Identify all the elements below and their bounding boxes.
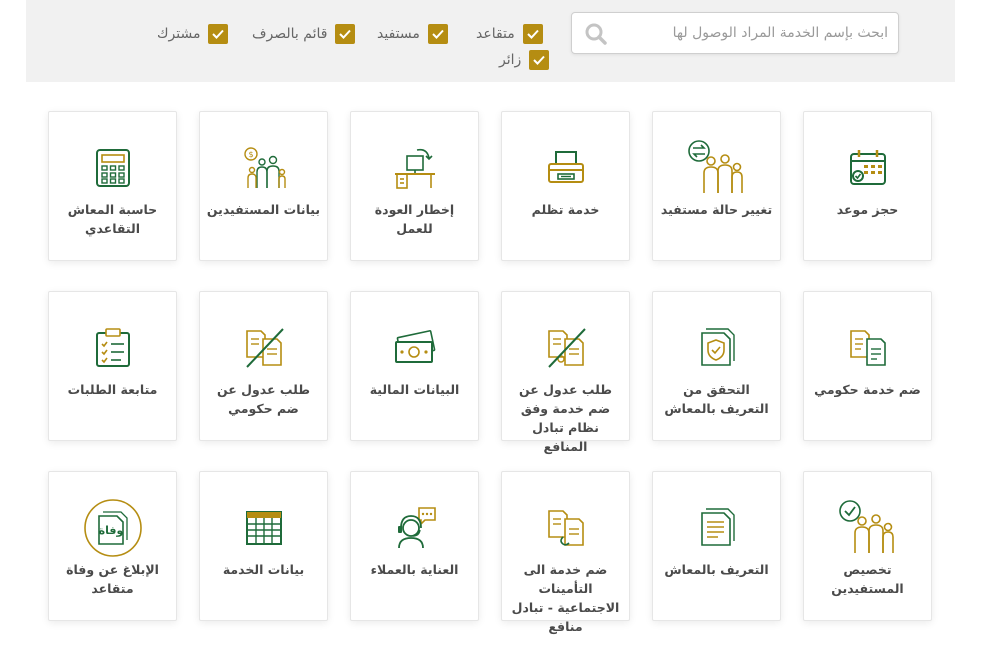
service-card-withdraw-government-merge[interactable]: طلب عدول عن ضم حكومي [199,291,328,441]
family-check-icon [838,498,898,558]
spreadsheet-icon [234,498,294,558]
family-icon: $ [234,138,294,198]
service-label: العناية بالعملاء [370,562,459,577]
filter-label: متقاعد [476,26,515,42]
office-desk-icon [385,138,445,198]
death-report-icon: وفاة [83,498,143,558]
service-card-withdraw-benefit-exchange-merge[interactable]: طلب عدول عن ضم خدمة وفق نظام تبادل المنا… [501,291,630,454]
service-card-beneficiary-allocation[interactable]: تخصيص المستفيدين [803,471,932,621]
documents-icon [838,318,898,378]
filter-retiree[interactable]: متقاعد [476,22,543,46]
service-label: متابعة الطلبات [67,382,158,397]
checkbox-checked[interactable] [522,24,543,44]
filter-label: مستفيد [377,26,420,42]
service-label: البيانات المالية [369,382,460,397]
filter-label: قائم بالصرف [252,26,328,42]
printer-icon [536,138,596,198]
service-card-customer-care[interactable]: العناية بالعملاء [350,471,479,621]
calendar-icon [838,138,898,198]
service-label: تغيير حالة مستفيد [660,202,773,217]
family-swap-icon [687,138,747,198]
service-card-financial-data[interactable]: البيانات المالية [350,291,479,441]
service-label: حجز موعد [836,202,899,217]
money-icon [385,318,445,378]
checkbox-checked[interactable] [335,24,356,44]
service-card-pension-certificate[interactable]: التعريف بالمعاش [652,471,781,621]
search-icon[interactable] [584,22,608,46]
service-card-book-appointment[interactable]: حجز موعد [803,111,932,261]
filter-beneficiary[interactable]: مستفيد [377,22,448,46]
filter-label: زائر [499,52,522,68]
check-icon [432,29,444,39]
service-card-track-requests[interactable]: متابعة الطلبات [48,291,177,441]
certificate-icon [687,498,747,558]
service-label: إخطار العودة للعمل [374,202,455,236]
calculator-icon [83,138,143,198]
service-card-social-insurance-merge[interactable]: ضم خدمة الى التأمينات الاجتماعية - تبادل… [501,471,630,634]
check-icon [527,29,539,39]
clipboard-icon [83,318,143,378]
service-label: حاسبة المعاش التقاعدي [67,202,158,236]
service-label: الإبلاغ عن وفاة متقاعد [66,562,159,596]
service-card-grievance[interactable]: خدمة تظلم [501,111,630,261]
filter-label: مشترك [157,26,201,42]
filter-subscriber[interactable]: مشترك [157,22,229,46]
death-report-icon-text: وفاة [98,524,123,537]
service-label: بيانات المستفيدين [206,202,321,217]
check-icon [212,29,225,39]
service-label: خدمة تظلم [531,202,600,217]
service-label: التحقق من التعريف بالمعاش [664,382,769,416]
service-label: طلب عدول عن ضم حكومي [217,382,310,416]
documents-crossed-icon [536,318,596,378]
documents-crossed-icon [234,318,294,378]
shield-document-icon [687,318,747,378]
filter-visitor[interactable]: زائر [499,48,550,72]
service-label: ضم خدمة حكومي [814,382,921,397]
documents-link-icon [536,498,596,558]
service-card-beneficiaries-data[interactable]: $ بيانات المستفيدين [199,111,328,261]
service-card-service-data[interactable]: بيانات الخدمة [199,471,328,621]
filter-disburser[interactable]: قائم بالصرف [252,22,356,46]
service-label: بيانات الخدمة [222,562,305,577]
check-icon [339,29,352,39]
service-card-return-to-work[interactable]: إخطار العودة للعمل [350,111,479,261]
service-label: طلب عدول عن ضم خدمة وفق نظام تبادل المنا… [519,382,612,454]
check-icon [533,55,546,65]
service-card-verify-pension-certificate[interactable]: التحقق من التعريف بالمعاش [652,291,781,441]
service-label: تخصيص المستفيدين [831,562,904,596]
svg-text:$: $ [248,150,253,159]
service-label: ضم خدمة الى التأمينات الاجتماعية - تبادل… [511,562,620,634]
service-card-report-retiree-death[interactable]: وفاة الإبلاغ عن وفاة متقاعد [48,471,177,621]
service-card-government-service-merge[interactable]: ضم خدمة حكومي [803,291,932,441]
checkbox-checked[interactable] [427,24,448,44]
checkbox-checked[interactable] [529,50,550,70]
service-label: التعريف بالمعاش [664,562,769,577]
service-card-pension-calculator[interactable]: حاسبة المعاش التقاعدي [48,111,177,261]
search-box[interactable] [571,12,899,54]
checkbox-checked[interactable] [208,24,229,44]
customer-support-icon [385,498,445,558]
service-card-change-beneficiary-status[interactable]: تغيير حالة مستفيد [652,111,781,261]
search-input[interactable] [620,13,888,53]
